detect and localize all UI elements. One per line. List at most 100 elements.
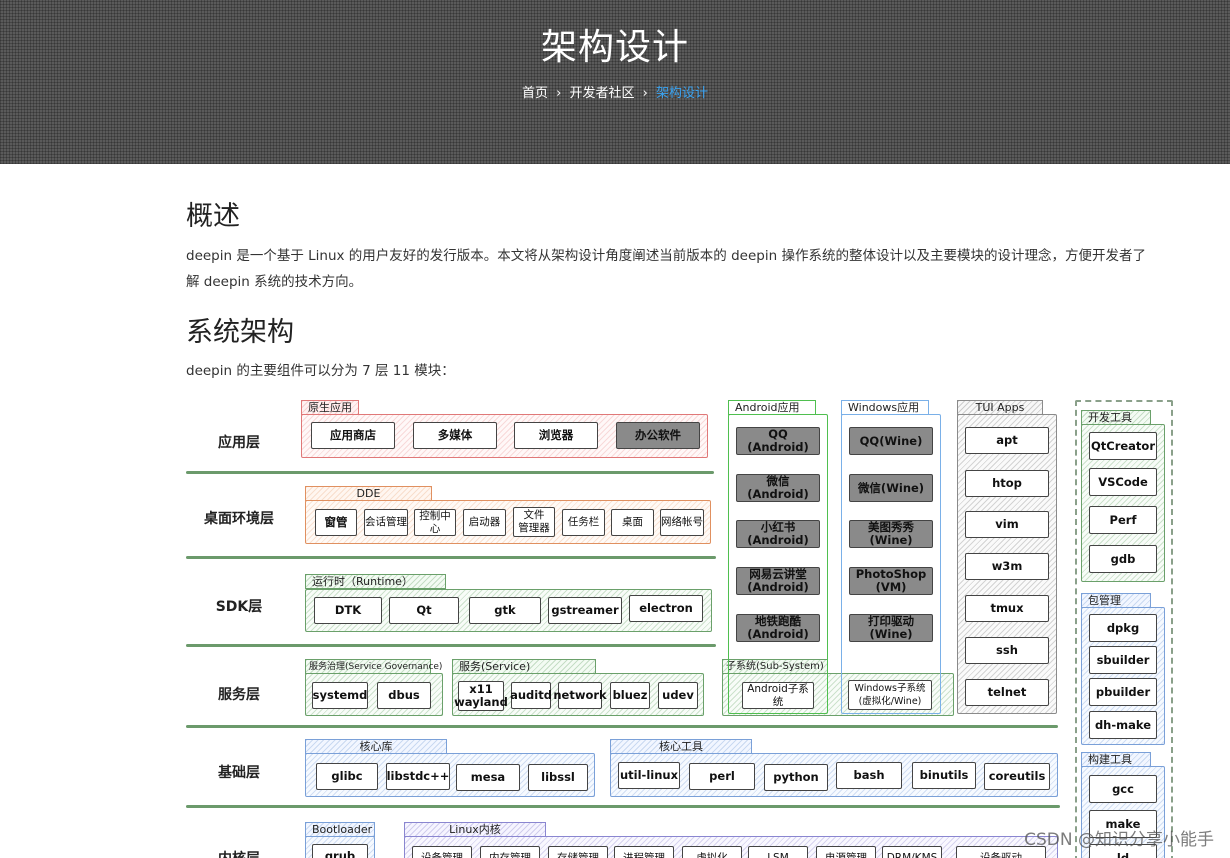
android-app-box: 小红书 (Android) [736, 520, 820, 548]
android-apps-group-label: Android应用 [728, 400, 816, 415]
bootloader-group-label: Bootloader [305, 822, 375, 837]
grub-box: grub [312, 844, 368, 858]
qt-box: Qt [389, 597, 459, 624]
breadcrumb-separator: › [556, 86, 562, 101]
util-linux-box: util-linux [618, 762, 680, 789]
process-management-box: 进程管理 [614, 846, 674, 858]
dde-group-label: DDE [305, 486, 432, 501]
auditd-box: auditd [510, 682, 552, 709]
gtk-box: gtk [469, 597, 541, 624]
windows-app-box: 微信(Wine) [849, 474, 933, 502]
windows-app-box: 美图秀秀 (Wine) [849, 520, 933, 548]
windows-app-box: PhotoShop (VM) [849, 567, 933, 595]
layer-divider [186, 471, 714, 474]
dev-tools-group-label: 开发工具 [1081, 410, 1151, 425]
binutils-box: binutils [912, 762, 976, 789]
vscode-box: VSCode [1089, 468, 1157, 496]
libstdcpp-box: libstdc++ [386, 763, 450, 790]
layer-divider [186, 725, 1058, 728]
tui-app-box: tmux [965, 595, 1049, 622]
breadcrumb: 首页 › 开发者社区 › 架构设计 [0, 82, 1230, 101]
architecture-diagram: 应用层 桌面环境层 SDK层 服务层 基础层 内核层 原生应用 应用商店 多媒体… [186, 396, 1176, 858]
desktop-box: 桌面 [611, 509, 654, 536]
core-libraries-group-label: 核心库 [305, 739, 447, 754]
breadcrumb-separator: › [642, 86, 648, 101]
pbuilder-box: pbuilder [1089, 678, 1157, 706]
window-manager-box: 窗管 [315, 509, 357, 536]
memory-management-box: 内存管理 [480, 846, 540, 858]
bluez-box: bluez [610, 682, 650, 709]
app-store-box: 应用商店 [311, 422, 395, 449]
dbus-box: dbus [377, 682, 431, 709]
csdn-watermark: CSDN @知识分享小能手 [1024, 830, 1214, 850]
mesa-box: mesa [456, 764, 520, 791]
tui-app-box: htop [965, 470, 1049, 497]
breadcrumb-current: 架构设计 [655, 86, 708, 101]
runtime-group-label: 运行时（Runtime） [305, 574, 446, 589]
android-app-box: 网易云讲堂 (Android) [736, 567, 820, 595]
service-group-label: 服务(Service) [452, 659, 596, 674]
dtk-box: DTK [314, 597, 382, 624]
build-tools-group-label: 构建工具 [1081, 752, 1151, 767]
tui-app-box: w3m [965, 553, 1049, 580]
office-box: 办公软件 [616, 422, 700, 449]
device-management-box: 设备管理 [412, 846, 472, 858]
tui-apps-group-label: TUI Apps [957, 400, 1043, 415]
dpkg-box: dpkg [1089, 614, 1157, 642]
linux-kernel-group-label: Linux内核 [404, 822, 546, 837]
systemd-box: systemd [312, 682, 368, 709]
page-title: 架构设计 [540, 27, 689, 68]
perl-box: perl [689, 763, 755, 790]
electron-box: electron [629, 595, 703, 622]
overview-heading: 概述 [186, 201, 240, 232]
glibc-box: glibc [316, 763, 378, 790]
tui-app-box: vim [965, 511, 1049, 538]
layer-label-base: 基础层 [218, 765, 260, 781]
gstreamer-box: gstreamer [548, 597, 622, 624]
bash-box: bash [836, 762, 902, 789]
page-hero-banner: 架构设计 首页 › 开发者社区 › 架构设计 [0, 0, 1230, 164]
tui-app-box: ssh [965, 637, 1049, 664]
dh-make-box: dh-make [1089, 711, 1157, 739]
layer-divider [186, 805, 1060, 808]
android-app-box: 微信 (Android) [736, 474, 820, 502]
drm-kms-box: DRM/KMS [882, 846, 942, 858]
android-app-box: 地铁跑酷 (Android) [736, 614, 820, 642]
gcc-box: gcc [1089, 775, 1157, 803]
sbuilder-box: sbuilder [1089, 646, 1157, 674]
architecture-heading: 系统架构 [186, 317, 294, 348]
native-apps-group-label: 原生应用 [301, 400, 359, 415]
tui-app-box: apt [965, 427, 1049, 454]
x11-wayland-box: x11 wayland [454, 681, 508, 711]
windows-apps-group-label: Windows应用 [841, 400, 929, 415]
lsm-box: LSM [748, 846, 808, 858]
browser-box: 浏览器 [514, 422, 598, 449]
overview-paragraph-line1: deepin 是一个基于 Linux 的用户友好的发行版本。本文将从架构设计角度… [186, 248, 1146, 264]
tui-app-box: telnet [965, 679, 1049, 706]
core-tools-group-label: 核心工具 [610, 739, 752, 754]
breadcrumb-home-link[interactable]: 首页 [522, 86, 548, 101]
package-management-group-label: 包管理 [1081, 593, 1151, 608]
power-management-box: 电源管理 [816, 846, 876, 858]
breadcrumb-community-link[interactable]: 开发者社区 [569, 86, 634, 101]
layer-divider [186, 644, 716, 647]
service-governance-group-label: 服务治理(Service Governance) [305, 659, 442, 674]
network-account-box: 网络帐号 [660, 509, 704, 536]
layer-label-app: 应用层 [218, 435, 260, 451]
layer-label-desktop: 桌面环境层 [204, 511, 274, 527]
android-apps-group [728, 414, 828, 714]
android-app-box: QQ (Android) [736, 427, 820, 455]
architecture-intro: deepin 的主要组件可以分为 7 层 11 模块： [186, 363, 455, 379]
virtualization-box: 虚拟化 [682, 846, 742, 858]
gdb-box: gdb [1089, 545, 1157, 573]
network-box: network [553, 682, 607, 709]
python-box: python [764, 764, 828, 791]
multimedia-box: 多媒体 [413, 422, 497, 449]
udev-box: udev [658, 682, 698, 709]
layer-label-service: 服务层 [218, 687, 260, 703]
layer-label-kernel: 内核层 [186, 848, 294, 858]
session-manager-box: 会话管理 [364, 509, 408, 536]
coreutils-box: coreutils [984, 763, 1050, 790]
overview-paragraph-line2: 解 deepin 系统的技术方向。 [186, 274, 363, 290]
layer-label-sdk: SDK层 [215, 599, 263, 615]
